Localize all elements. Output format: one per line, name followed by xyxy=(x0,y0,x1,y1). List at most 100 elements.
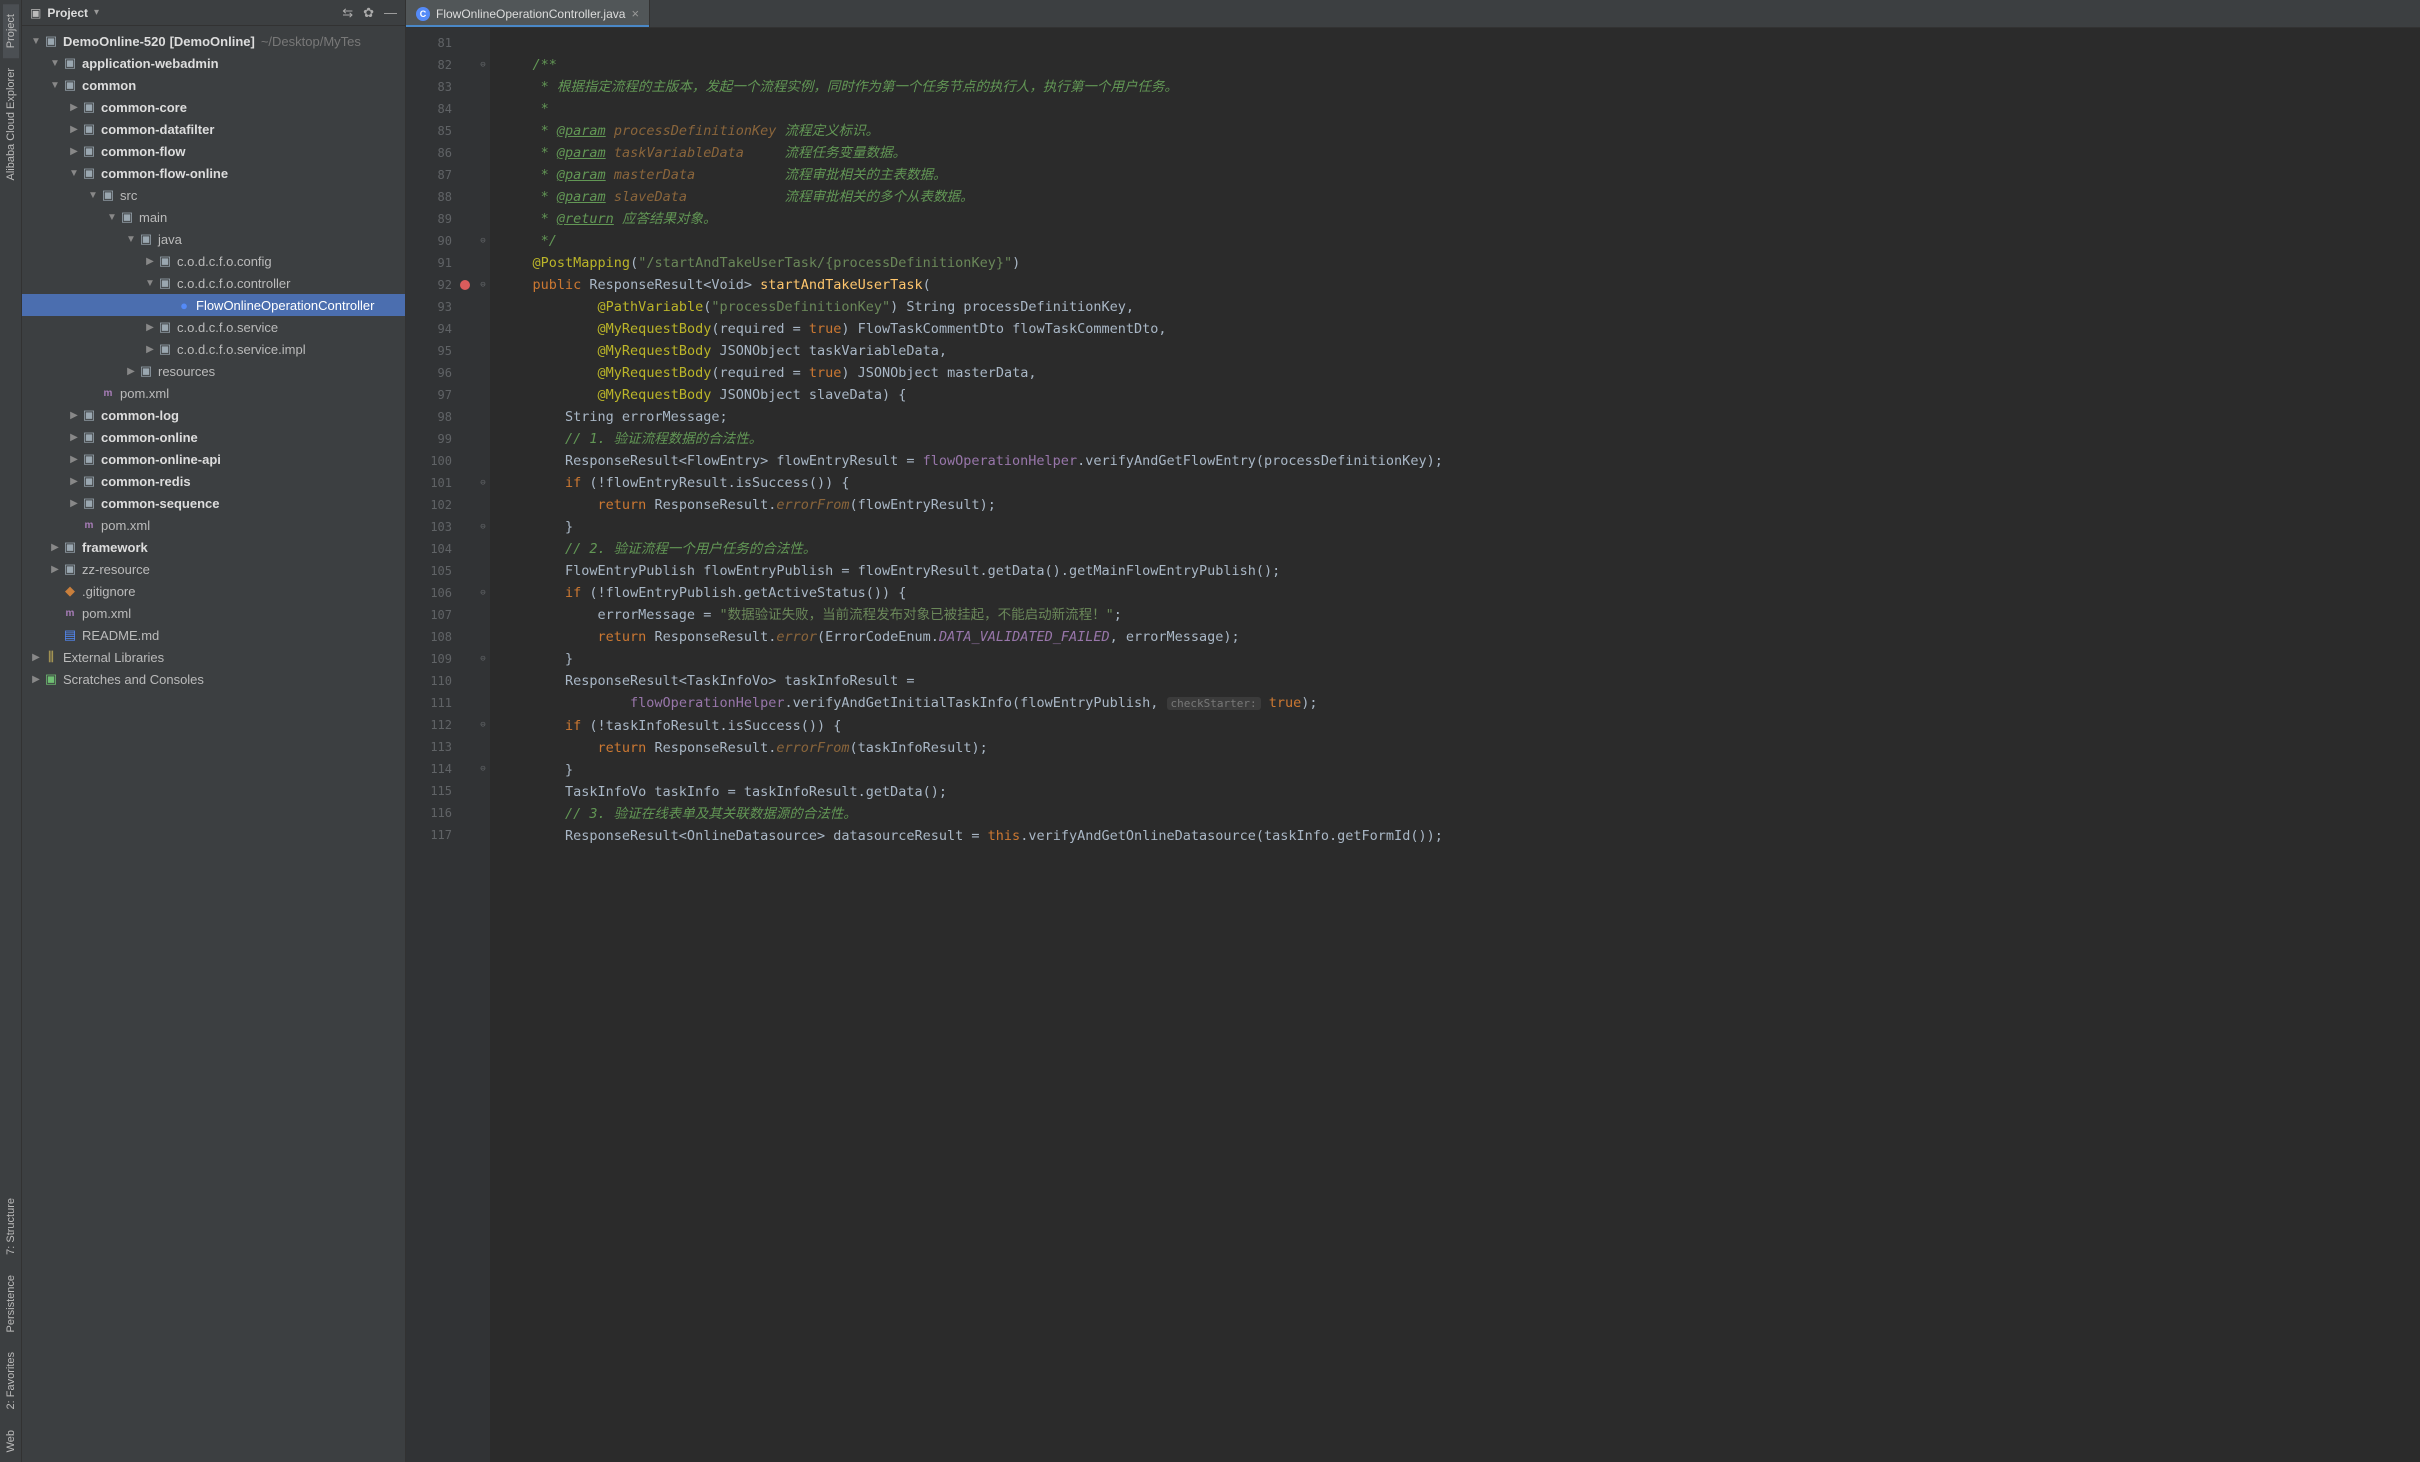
project-tree[interactable]: ▣ DemoOnline-520 [DemoOnline] ~/Desktop/… xyxy=(22,26,405,1462)
arrow-right-icon[interactable] xyxy=(30,674,42,685)
arrow-right-icon[interactable] xyxy=(144,322,156,333)
line-number[interactable]: 106 xyxy=(406,582,452,604)
fold-marker[interactable]: ⊖ xyxy=(476,230,490,252)
tree-row[interactable]: ▣c.o.d.c.f.o.service.impl xyxy=(22,338,405,360)
tree-row[interactable]: ●FlowOnlineOperationController xyxy=(22,294,405,316)
line-number[interactable]: 93 xyxy=(406,296,452,318)
tree-row[interactable]: ▣common-online-api xyxy=(22,448,405,470)
line-number[interactable]: 89 xyxy=(406,208,452,230)
line-number[interactable]: 104 xyxy=(406,538,452,560)
line-number[interactable]: 91 xyxy=(406,252,452,274)
tool-tab-project[interactable]: Project xyxy=(3,4,19,58)
code-line[interactable]: return ResponseResult.error(ErrorCodeEnu… xyxy=(500,626,2420,648)
tree-row[interactable]: ▣common-log xyxy=(22,404,405,426)
code-line[interactable]: if (!taskInfoResult.isSuccess()) { xyxy=(500,715,2420,737)
arrow-down-icon[interactable] xyxy=(68,168,80,179)
code-line[interactable]: * 根据指定流程的主版本，发起一个流程实例，同时作为第一个任务节点的执行人，执行… xyxy=(500,76,2420,98)
line-number[interactable]: 107 xyxy=(406,604,452,626)
tree-row[interactable]: ▣c.o.d.c.f.o.service xyxy=(22,316,405,338)
line-number[interactable]: 85 xyxy=(406,120,452,142)
code-line[interactable]: */ xyxy=(500,230,2420,252)
tree-row[interactable]: ▣common-online xyxy=(22,426,405,448)
fold-marker[interactable]: ⊖ xyxy=(476,54,490,76)
line-number[interactable]: 83 xyxy=(406,76,452,98)
arrow-down-icon[interactable] xyxy=(49,80,61,91)
fold-marker[interactable]: ⊖ xyxy=(476,472,490,494)
arrow-right-icon[interactable] xyxy=(49,564,61,575)
tree-row[interactable]: ▣c.o.d.c.f.o.config xyxy=(22,250,405,272)
arrow-right-icon[interactable] xyxy=(144,344,156,355)
code-line[interactable]: * xyxy=(500,98,2420,120)
code-line[interactable]: /** xyxy=(500,54,2420,76)
line-number[interactable]: 90 xyxy=(406,230,452,252)
code-line[interactable]: } xyxy=(500,759,2420,781)
code-line[interactable]: // 3. 验证在线表单及其关联数据源的合法性。 xyxy=(500,803,2420,825)
close-icon[interactable]: × xyxy=(631,6,639,21)
tree-row[interactable]: mpom.xml xyxy=(22,382,405,404)
code-line[interactable]: * @param processDefinitionKey 流程定义标识。 xyxy=(500,120,2420,142)
code-line[interactable]: public ResponseResult<Void> startAndTake… xyxy=(500,274,2420,296)
line-number[interactable]: 109 xyxy=(406,648,452,670)
code-line[interactable]: flowOperationHelper.verifyAndGetInitialT… xyxy=(500,692,2420,715)
arrow-right-icon[interactable] xyxy=(68,498,80,509)
tree-row[interactable]: ▣resources xyxy=(22,360,405,382)
tree-row[interactable]: ▣common-redis xyxy=(22,470,405,492)
tree-row[interactable]: ▣common xyxy=(22,74,405,96)
code-line[interactable]: ResponseResult<FlowEntry> flowEntryResul… xyxy=(500,450,2420,472)
code-line[interactable] xyxy=(500,32,2420,54)
line-number[interactable]: 105 xyxy=(406,560,452,582)
tool-tab-favorites[interactable]: 2: Favorites xyxy=(3,1342,19,1419)
collapse-icon[interactable]: — xyxy=(384,5,397,21)
line-number[interactable]: 116 xyxy=(406,802,452,824)
code-line[interactable]: ResponseResult<OnlineDatasource> datasou… xyxy=(500,825,2420,847)
code-line[interactable]: * @param taskVariableData 流程任务变量数据。 xyxy=(500,142,2420,164)
arrow-right-icon[interactable] xyxy=(30,652,42,663)
code-line[interactable]: * @param masterData 流程审批相关的主表数据。 xyxy=(500,164,2420,186)
arrow-down-icon[interactable] xyxy=(144,278,156,289)
line-number[interactable]: 86 xyxy=(406,142,452,164)
line-number[interactable]: 97 xyxy=(406,384,452,406)
code-line[interactable]: * @return 应答结果对象。 xyxy=(500,208,2420,230)
fold-marker[interactable]: ⊖ xyxy=(476,582,490,604)
line-number[interactable]: 115 xyxy=(406,780,452,802)
arrow-right-icon[interactable] xyxy=(68,432,80,443)
line-number[interactable]: 98 xyxy=(406,406,452,428)
tree-row[interactable]: ⫼External Libraries xyxy=(22,646,405,668)
code-editor[interactable]: /** * 根据指定流程的主版本，发起一个流程实例，同时作为第一个任务节点的执行… xyxy=(490,28,2420,1462)
tree-row[interactable]: ▣zz-resource xyxy=(22,558,405,580)
project-view-title[interactable]: Project xyxy=(47,6,88,20)
line-number-gutter[interactable]: 8182838485868788899091929394959697989910… xyxy=(406,28,476,1462)
arrow-down-icon[interactable] xyxy=(49,58,61,69)
tree-row[interactable]: ▣c.o.d.c.f.o.controller xyxy=(22,272,405,294)
gear-icon[interactable]: ✿ xyxy=(363,5,374,21)
code-line[interactable]: if (!flowEntryResult.isSuccess()) { xyxy=(500,472,2420,494)
tree-row[interactable]: ▣common-core xyxy=(22,96,405,118)
chevron-down-icon[interactable]: ▾ xyxy=(94,7,99,18)
tree-row[interactable]: ▣main xyxy=(22,206,405,228)
code-line[interactable]: @PostMapping("/startAndTakeUserTask/{pro… xyxy=(500,252,2420,274)
arrow-right-icon[interactable] xyxy=(144,256,156,267)
line-number[interactable]: 88 xyxy=(406,186,452,208)
arrow-down-icon[interactable] xyxy=(87,190,99,201)
tree-row[interactable]: mpom.xml xyxy=(22,602,405,624)
fold-marker[interactable]: ⊖ xyxy=(476,516,490,538)
line-number[interactable]: 103 xyxy=(406,516,452,538)
line-number[interactable]: 81 xyxy=(406,32,452,54)
code-line[interactable]: return ResponseResult.errorFrom(taskInfo… xyxy=(500,737,2420,759)
line-number[interactable]: 110 xyxy=(406,670,452,692)
line-number[interactable]: 101 xyxy=(406,472,452,494)
code-line[interactable]: return ResponseResult.errorFrom(flowEntr… xyxy=(500,494,2420,516)
tree-row[interactable]: ▣src xyxy=(22,184,405,206)
code-line[interactable]: } xyxy=(500,516,2420,538)
line-number[interactable]: 96 xyxy=(406,362,452,384)
code-line[interactable]: @MyRequestBody(required = true) JSONObje… xyxy=(500,362,2420,384)
tree-row[interactable]: ▣java xyxy=(22,228,405,250)
tool-tab-alibaba[interactable]: Alibaba Cloud Explorer xyxy=(3,58,19,191)
tool-tab-persistence[interactable]: Persistence xyxy=(3,1265,19,1342)
line-number[interactable]: 117 xyxy=(406,824,452,846)
arrow-right-icon[interactable] xyxy=(68,124,80,135)
code-line[interactable]: @MyRequestBody JSONObject slaveData) { xyxy=(500,384,2420,406)
fold-marker[interactable]: ⊖ xyxy=(476,714,490,736)
line-number[interactable]: 100 xyxy=(406,450,452,472)
tree-row[interactable]: ▤README.md xyxy=(22,624,405,646)
